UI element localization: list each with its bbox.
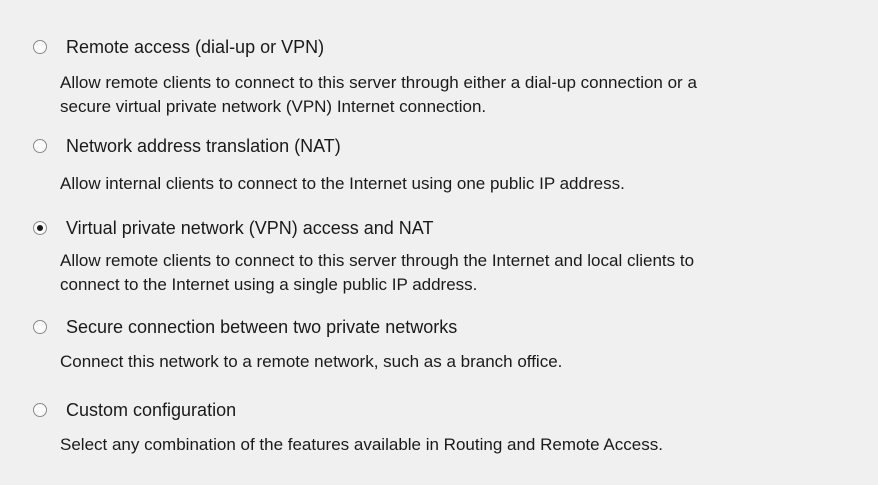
radio-nat[interactable] bbox=[33, 139, 47, 153]
option-description: Allow remote clients to connect to this … bbox=[60, 73, 697, 92]
option-label[interactable]: Virtual private network (VPN) access and… bbox=[66, 217, 433, 239]
routing-configuration-panel: Remote access (dial-up or VPN) Allow rem… bbox=[0, 0, 878, 485]
option-label[interactable]: Remote access (dial-up or VPN) bbox=[66, 36, 324, 58]
radio-custom-configuration[interactable] bbox=[33, 403, 47, 417]
option-description: secure virtual private network (VPN) Int… bbox=[60, 97, 487, 116]
radio-remote-access[interactable] bbox=[33, 40, 47, 54]
option-label[interactable]: Secure connection between two private ne… bbox=[66, 316, 457, 338]
option-description: connect to the Internet using a single p… bbox=[60, 275, 478, 294]
option-label[interactable]: Custom configuration bbox=[66, 399, 236, 421]
option-description: Allow internal clients to connect to the… bbox=[60, 174, 625, 193]
option-description: Connect this network to a remote network… bbox=[60, 352, 563, 371]
option-description: Allow remote clients to connect to this … bbox=[60, 251, 695, 270]
radio-dot-icon bbox=[37, 225, 43, 231]
radio-vpn-and-nat[interactable] bbox=[33, 221, 47, 235]
radio-secure-connection[interactable] bbox=[33, 320, 47, 334]
option-label[interactable]: Network address translation (NAT) bbox=[66, 135, 341, 157]
option-description: Select any combination of the features a… bbox=[60, 435, 663, 454]
